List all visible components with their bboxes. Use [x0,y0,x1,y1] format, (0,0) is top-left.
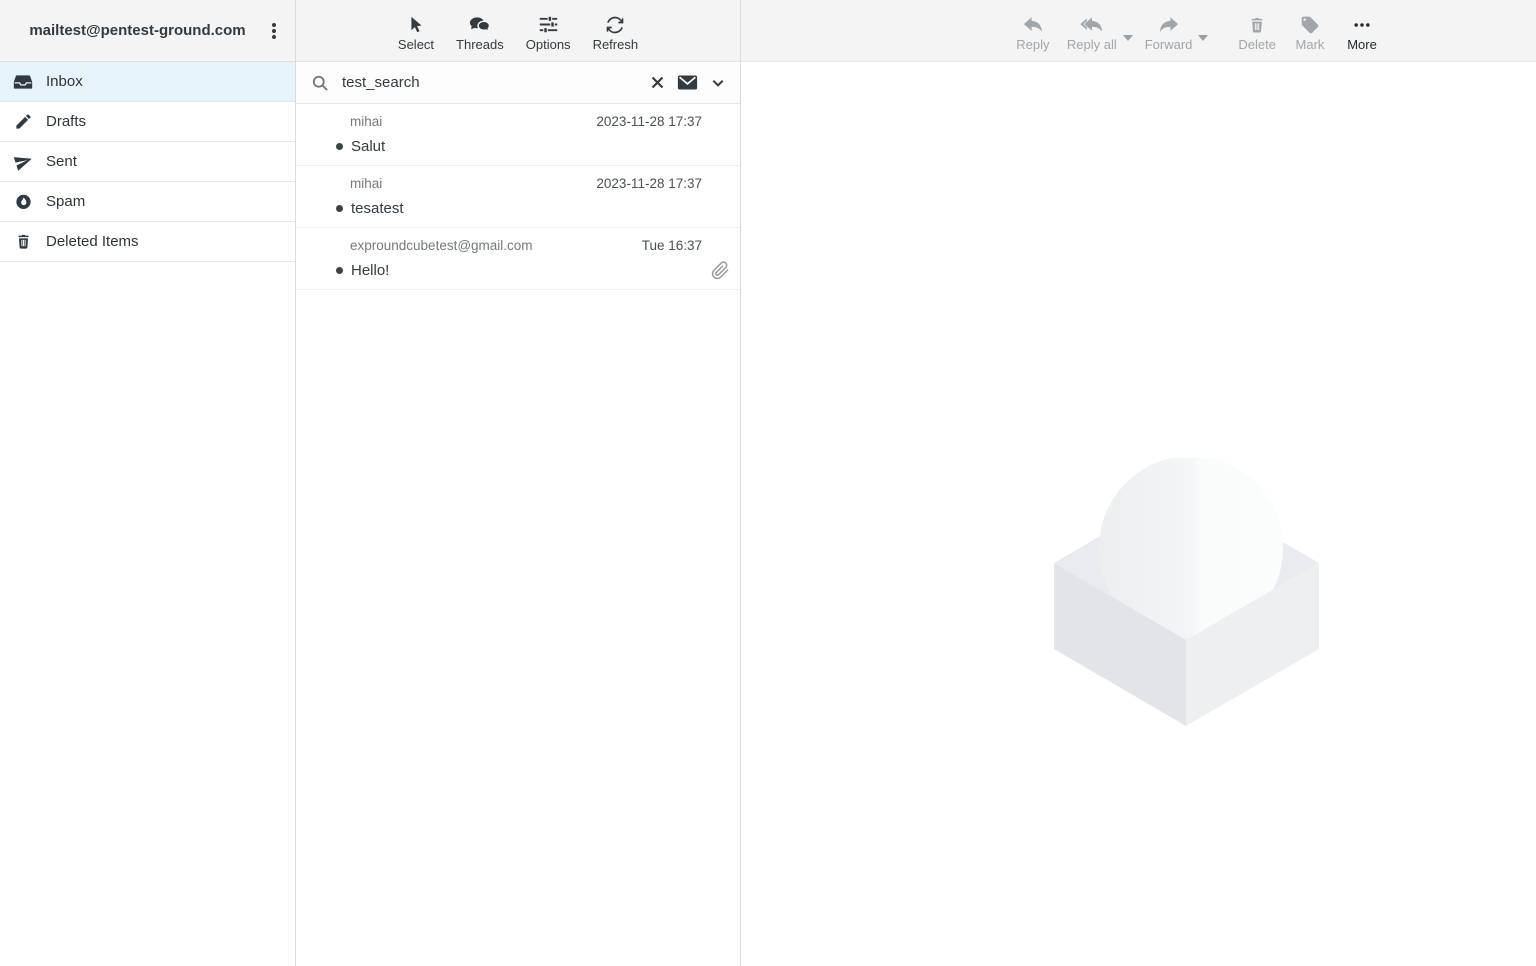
folder-label: Sent [46,153,77,170]
trash-icon [1247,11,1267,35]
trash-icon [12,231,34,253]
mark-button[interactable]: Mark [1284,9,1336,52]
sidebar-item-drafts[interactable]: Drafts [0,102,295,142]
roundcube-logo-watermark [1054,458,1320,728]
button-label: Delete [1238,38,1276,52]
message-sender: mihai [350,114,382,129]
button-label: More [1347,38,1377,52]
threads-button[interactable]: Threads [448,9,512,52]
options-button[interactable]: Options [518,9,579,52]
button-label: Select [398,38,434,52]
sidebar-item-deleted-items[interactable]: Deleted Items [0,222,295,262]
message-row[interactable]: exproundcubetest@gmail.com Tue 16:37 Hel… [296,228,740,290]
unread-dot-icon [336,267,343,274]
message-row[interactable]: mihai 2023-11-28 17:37 tesatest [296,166,740,228]
search-icon [310,73,330,93]
refresh-button[interactable]: Refresh [585,9,647,52]
list-toolbar: Select Threads [296,0,740,62]
unread-dot-icon [336,143,343,150]
paper-plane-icon [12,151,34,173]
search-bar [296,62,740,104]
reply-all-button[interactable]: Reply all [1059,9,1125,52]
message-toolbar: Reply Reply all [741,0,1536,62]
button-label: Reply [1016,38,1049,52]
sidebar-item-inbox[interactable]: Inbox [0,62,295,102]
message-row[interactable]: mihai 2023-11-28 17:37 Salut [296,104,740,166]
search-scope-envelope-icon[interactable] [677,74,698,91]
sidebar-item-sent[interactable]: Sent [0,142,295,182]
reply-icon [1022,11,1044,35]
message-sender: exproundcubetest@gmail.com [350,238,533,253]
message-subject: Hello! [351,262,389,279]
message-list-pane: Select Threads [296,0,741,966]
search-options-chevron-down-icon[interactable] [710,75,726,91]
comments-icon [468,11,491,35]
search-input[interactable] [342,74,638,91]
button-label: Forward [1145,38,1193,52]
message-sender: mihai [350,176,382,191]
account-header: mailtest@pentest-ground.com [0,0,295,62]
inbox-icon [12,71,34,93]
button-label: Refresh [593,38,639,52]
fire-icon [12,191,34,213]
folder-label: Inbox [46,73,83,90]
button-label: Mark [1296,38,1325,52]
select-button[interactable]: Select [390,9,442,52]
button-label: Reply all [1067,38,1117,52]
forward-button[interactable]: Forward [1137,9,1201,52]
account-menu-button[interactable] [259,11,289,51]
message-date: 2023-11-28 17:37 [596,114,702,129]
forward-dropdown-caret-icon[interactable] [1196,35,1210,41]
message-list: mihai 2023-11-28 17:37 Salut mihai 2023-… [296,104,740,966]
webmail-app: mailtest@pentest-ground.com Inbox [0,0,1536,966]
button-label: Options [526,38,571,52]
folder-list: Inbox Drafts Sent [0,62,295,262]
message-date: Tue 16:37 [642,238,702,253]
content-pane: Reply Reply all [741,0,1536,966]
folder-label: Spam [46,193,85,210]
button-label: Threads [456,38,504,52]
more-button[interactable]: More [1336,9,1388,52]
account-email: mailtest@pentest-ground.com [16,22,259,39]
message-subject: Salut [351,138,385,155]
ellipsis-icon [1352,11,1372,35]
sliders-icon [538,11,559,35]
sidebar: mailtest@pentest-ground.com Inbox [0,0,296,966]
message-subject: tesatest [351,200,404,217]
reply-button[interactable]: Reply [1007,9,1059,52]
folder-label: Deleted Items [46,233,139,250]
paperclip-icon [711,261,730,280]
cursor-icon [406,11,426,35]
rotate-icon [605,11,625,35]
message-viewer [741,62,1536,966]
clear-search-icon[interactable] [650,75,665,90]
pencil-icon [12,111,34,133]
reply-all-icon [1079,11,1104,35]
folder-label: Drafts [46,113,86,130]
delete-button[interactable]: Delete [1230,9,1284,52]
sidebar-item-spam[interactable]: Spam [0,182,295,222]
tag-icon [1300,11,1320,35]
unread-dot-icon [336,205,343,212]
message-date: 2023-11-28 17:37 [596,176,702,191]
kebab-icon [265,21,283,41]
reply-all-dropdown-caret-icon[interactable] [1121,35,1135,41]
forward-icon [1158,11,1180,35]
